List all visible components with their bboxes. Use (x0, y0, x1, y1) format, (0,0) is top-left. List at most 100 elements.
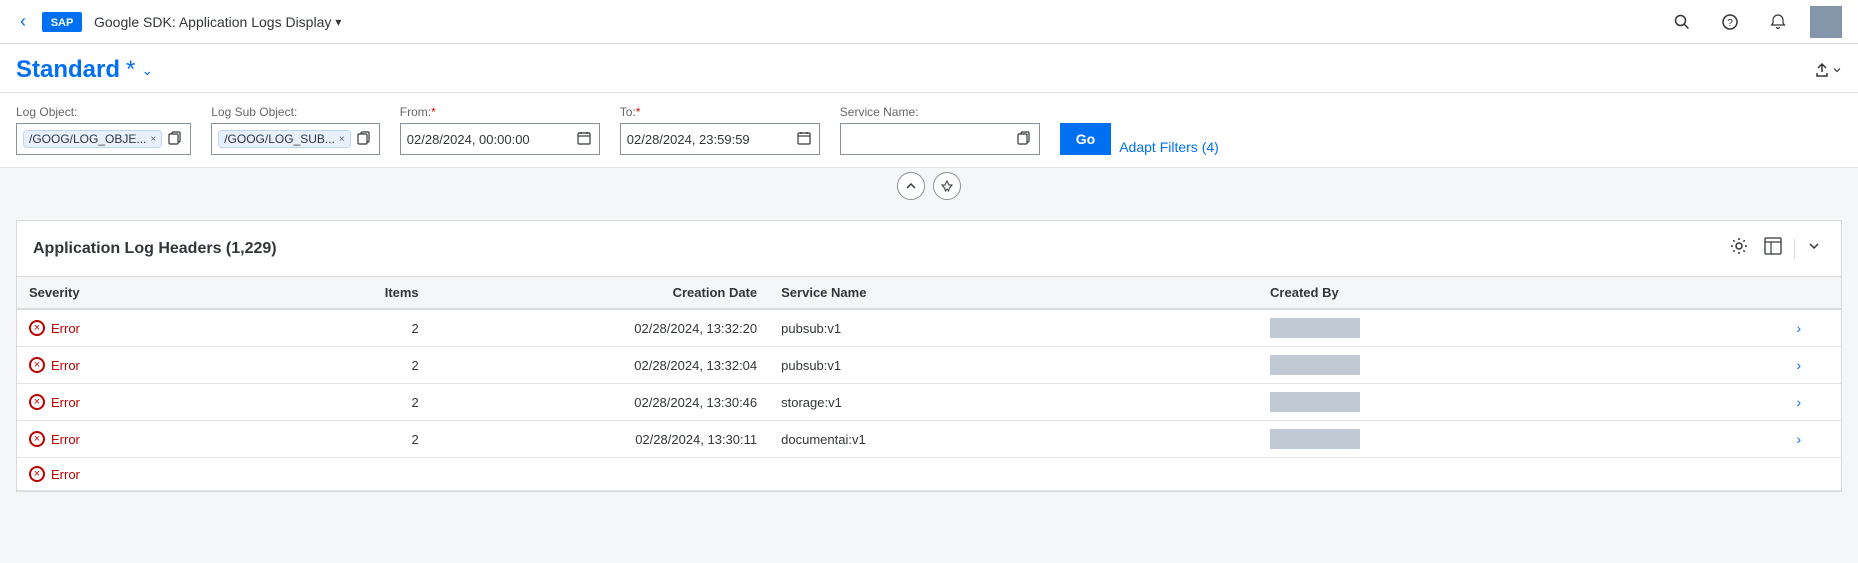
cell-severity: Error (17, 347, 280, 384)
from-field: From:* (400, 105, 600, 155)
settings-icon (1730, 237, 1748, 255)
calendar-icon (577, 131, 591, 145)
cell-arrow[interactable]: › (1785, 421, 1841, 458)
cell-service-name: pubsub:v1 (769, 309, 1258, 347)
cell-creation-date: 02/28/2024, 13:32:04 (431, 347, 769, 384)
cell-arrow[interactable]: › (1785, 347, 1841, 384)
error-icon (29, 394, 45, 410)
from-input-wrap (400, 123, 600, 155)
from-input[interactable] (407, 132, 571, 147)
cell-created-by (1258, 421, 1785, 458)
log-object-input-wrap: /GOOG/LOG_OBJE... × (16, 123, 191, 155)
table-header-bar: Application Log Headers (1,229) (17, 221, 1841, 277)
table-settings-button[interactable] (1726, 233, 1752, 264)
copy-icon (1017, 131, 1031, 145)
severity-text: Error (51, 467, 80, 482)
notifications-button[interactable] (1762, 6, 1794, 38)
col-header-created-by: Created By (1258, 277, 1785, 309)
service-name-copy-button[interactable] (1015, 129, 1033, 150)
pin-filters-button[interactable] (933, 172, 961, 200)
from-required-star: * (431, 105, 436, 119)
cell-service-name: storage:v1 (769, 384, 1258, 421)
to-label: To:* (620, 105, 820, 119)
page-title-dropdown-button[interactable]: ⌄ (141, 62, 153, 79)
severity-text: Error (51, 432, 80, 447)
cell-arrow[interactable]: › (1785, 384, 1841, 421)
collapse-filters-button[interactable] (897, 172, 925, 200)
to-required-star: * (636, 105, 641, 119)
share-icon (1814, 62, 1830, 78)
log-object-copy-button[interactable] (166, 129, 184, 150)
cell-items: 2 (280, 309, 430, 347)
log-sub-object-token-close-button[interactable]: × (339, 134, 345, 145)
error-icon (29, 320, 45, 336)
avatar-button[interactable] (1810, 6, 1842, 38)
log-sub-object-copy-button[interactable] (355, 129, 373, 150)
log-sub-object-input-wrap: /GOOG/LOG_SUB... × (211, 123, 380, 155)
table-row: Error 2 02/28/2024, 13:30:46 storage:v1 … (17, 384, 1841, 421)
chevron-up-icon (905, 180, 917, 192)
log-object-label: Log Object: (16, 105, 191, 119)
app-title-chevron-icon[interactable]: ▾ (335, 15, 341, 29)
service-name-field: Service Name: (840, 105, 1040, 155)
table-more-button[interactable] (1803, 235, 1825, 262)
col-header-severity: Severity (17, 277, 280, 309)
to-label-text: To: (620, 105, 636, 119)
sap-logo: SAP (42, 12, 82, 32)
filter-bar: Log Object: /GOOG/LOG_OBJE... × Log Sub … (0, 93, 1858, 168)
to-calendar-button[interactable] (795, 129, 813, 150)
table-row: Error 2 02/28/2024, 13:32:20 pubsub:v1 › (17, 309, 1841, 347)
share-button[interactable] (1814, 62, 1842, 78)
toolbar-divider (1794, 239, 1795, 259)
table-header-row: Severity Items Creation Date Service Nam… (17, 277, 1841, 309)
page-title-bar: Standard * ⌄ (0, 44, 1858, 93)
search-button[interactable] (1666, 6, 1698, 38)
cell-items: 2 (280, 384, 430, 421)
cell-created-by (1258, 347, 1785, 384)
cell-items (280, 458, 430, 491)
created-by-redacted (1270, 355, 1360, 375)
page-title-left: Standard * ⌄ (16, 56, 153, 84)
created-by-redacted (1270, 392, 1360, 412)
copy-icon (168, 131, 182, 145)
cell-creation-date: 02/28/2024, 13:30:46 (431, 384, 769, 421)
created-by-redacted (1270, 429, 1360, 449)
cell-service-name (769, 458, 1258, 491)
cell-items: 2 (280, 347, 430, 384)
error-icon (29, 357, 45, 373)
from-label-text: From: (400, 105, 431, 119)
help-button[interactable]: ? (1714, 6, 1746, 38)
cell-service-name: pubsub:v1 (769, 347, 1258, 384)
service-name-label: Service Name: (840, 105, 1040, 119)
table-row: Error 2 02/28/2024, 13:32:04 pubsub:v1 › (17, 347, 1841, 384)
cell-service-name: documentai:v1 (769, 421, 1258, 458)
svg-text:?: ? (1727, 18, 1733, 29)
calendar-icon (797, 131, 811, 145)
log-object-token-close-button[interactable]: × (150, 134, 156, 145)
adapt-filters-button[interactable]: Adapt Filters (4) (1119, 139, 1219, 155)
shell-bar-right: ? (1666, 6, 1842, 38)
shell-bar: ‹ SAP Google SDK: Application Logs Displ… (0, 0, 1858, 44)
page-title-asterisk: * (126, 56, 135, 84)
cell-severity: Error (17, 309, 280, 347)
cell-arrow[interactable]: › (1785, 309, 1841, 347)
go-button[interactable]: Go (1060, 123, 1111, 155)
log-object-field: Log Object: /GOOG/LOG_OBJE... × (16, 105, 191, 155)
to-field: To:* (620, 105, 820, 155)
service-name-input[interactable] (847, 132, 1011, 147)
service-name-input-wrap (840, 123, 1040, 155)
copy-icon (357, 131, 371, 145)
svg-text:SAP: SAP (51, 17, 74, 29)
cell-severity: Error (17, 384, 280, 421)
back-button[interactable]: ‹ (16, 7, 30, 36)
table-row: Error (17, 458, 1841, 491)
application-log-table: Severity Items Creation Date Service Nam… (17, 277, 1841, 491)
table-row: Error 2 02/28/2024, 13:30:11 documentai:… (17, 421, 1841, 458)
table-view-button[interactable] (1760, 233, 1786, 264)
from-calendar-button[interactable] (575, 129, 593, 150)
error-icon (29, 466, 45, 482)
cell-severity: Error (17, 458, 280, 491)
log-sub-object-label: Log Sub Object: (211, 105, 380, 119)
cell-arrow (1785, 458, 1841, 491)
to-input[interactable] (627, 132, 791, 147)
